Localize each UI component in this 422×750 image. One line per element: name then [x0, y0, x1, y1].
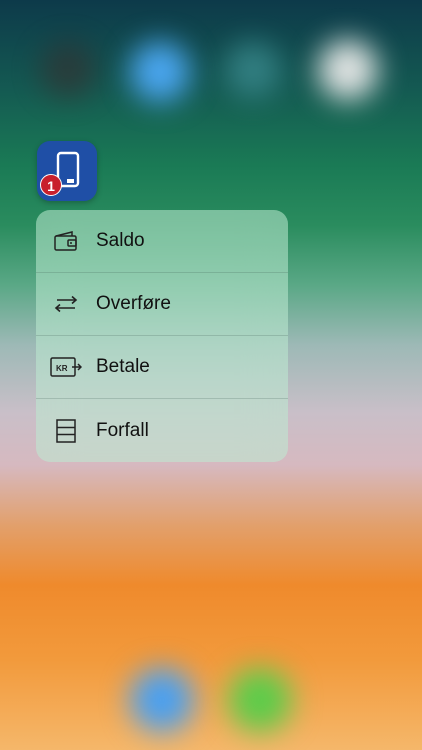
- kr-pay-icon: KR: [50, 357, 82, 377]
- blurred-app-icon: [130, 42, 190, 102]
- notification-badge: 1: [40, 174, 62, 196]
- quick-action-label: Saldo: [96, 230, 145, 251]
- blurred-dock-icon: [228, 668, 292, 732]
- quick-action-betale[interactable]: KR Betale: [36, 336, 288, 399]
- quick-action-overfore[interactable]: Overføre: [36, 273, 288, 336]
- bank-app-icon[interactable]: 1: [37, 141, 97, 201]
- blurred-dock-icon: [130, 668, 194, 732]
- transfer-arrows-icon: [54, 295, 78, 313]
- blurred-app-icon: [40, 42, 96, 98]
- quick-action-forfall[interactable]: Forfall: [36, 399, 288, 462]
- quick-action-label: Overføre: [96, 293, 171, 314]
- blurred-app-icon: [318, 40, 378, 100]
- blurred-app-icon: [225, 42, 281, 98]
- quick-action-label: Forfall: [96, 419, 149, 441]
- list-rows-icon: [56, 418, 76, 443]
- quick-actions-menu: Saldo Overføre KR Betale Forfall: [36, 210, 288, 462]
- quick-action-label: Betale: [96, 356, 150, 377]
- quick-action-saldo[interactable]: Saldo: [36, 210, 288, 273]
- wallet-icon: [54, 231, 77, 251]
- svg-text:KR: KR: [56, 364, 68, 373]
